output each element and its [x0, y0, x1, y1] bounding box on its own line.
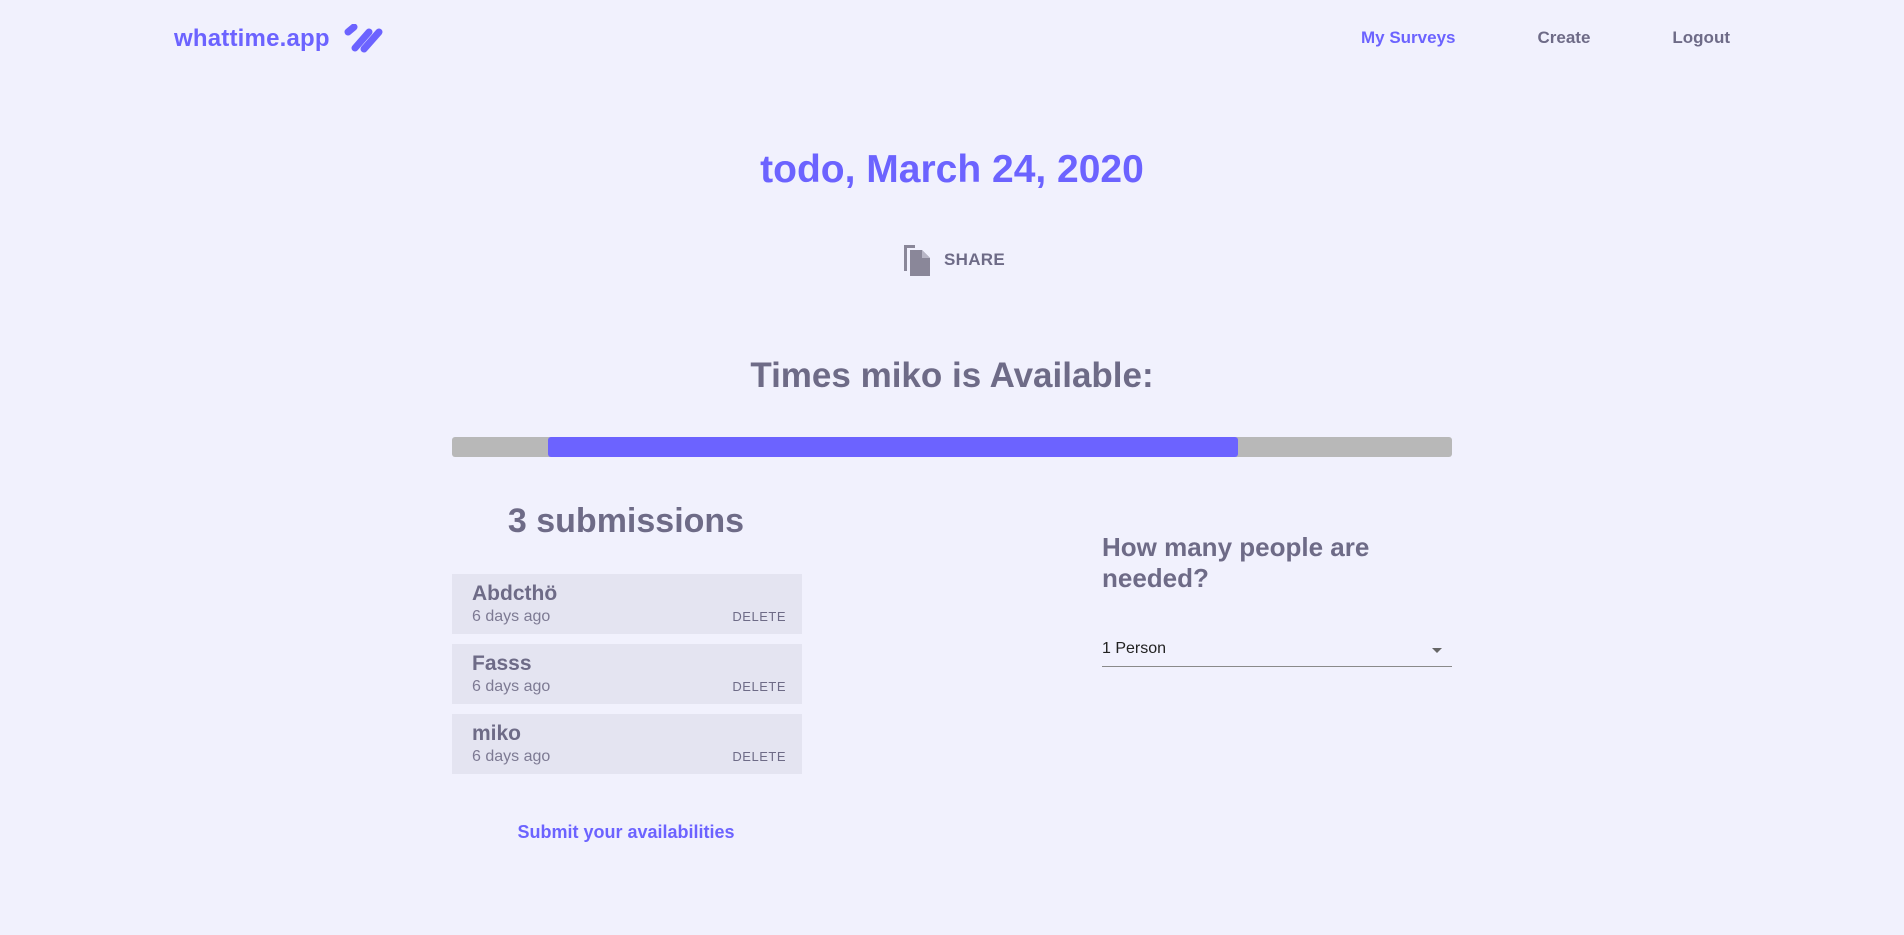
delete-button[interactable]: DELETE: [732, 749, 786, 764]
submission-time: 6 days ago: [472, 608, 551, 625]
people-needed-select[interactable]: 1 Person: [1102, 636, 1452, 667]
people-needed-heading: How many people are needed?: [1102, 532, 1370, 593]
main-nav: My Surveys Create Logout: [1279, 28, 1730, 48]
submission-time: 6 days ago: [472, 678, 551, 695]
caret-down-icon: [1432, 648, 1442, 653]
select-value: 1 Person: [1102, 640, 1167, 657]
submission-name: miko: [472, 722, 522, 745]
submissions-heading: 3 submissions: [507, 502, 745, 540]
share-button[interactable]: SHARE: [902, 242, 1005, 278]
availability-range-bar: [548, 437, 1238, 457]
brand-name: whattime.app: [174, 25, 330, 52]
availability-heading: Times miko is Available:: [750, 356, 1154, 395]
nav-my-surveys[interactable]: My Surveys: [1361, 28, 1456, 48]
brand-logo-icon: [344, 24, 383, 53]
submission-name: Fasss: [472, 652, 532, 675]
nav-logout[interactable]: Logout: [1672, 28, 1730, 48]
share-label: SHARE: [944, 250, 1006, 269]
submission-name: Abdcthö: [472, 582, 558, 605]
submissions-list: Abdcthö 6 days ago DELETE Fasss 6 days a…: [452, 574, 802, 784]
delete-button[interactable]: DELETE: [732, 609, 786, 624]
submission-item: Fasss 6 days ago DELETE: [452, 644, 802, 704]
top-header: whattime.app My Surveys Create Logout: [0, 0, 1904, 80]
submission-time: 6 days ago: [472, 748, 551, 765]
delete-button[interactable]: DELETE: [732, 679, 786, 694]
availability-timeline: [452, 437, 1452, 457]
nav-create[interactable]: Create: [1537, 28, 1590, 48]
brand-home-link[interactable]: whattime.app: [174, 24, 384, 54]
submission-item: Abdcthö 6 days ago DELETE: [452, 574, 802, 634]
survey-title: todo, March 24, 2020: [760, 148, 1144, 191]
submit-availabilities-link[interactable]: Submit your availabilities: [452, 822, 800, 843]
copy-file-icon: [904, 245, 930, 276]
submission-item: miko 6 days ago DELETE: [452, 714, 802, 774]
